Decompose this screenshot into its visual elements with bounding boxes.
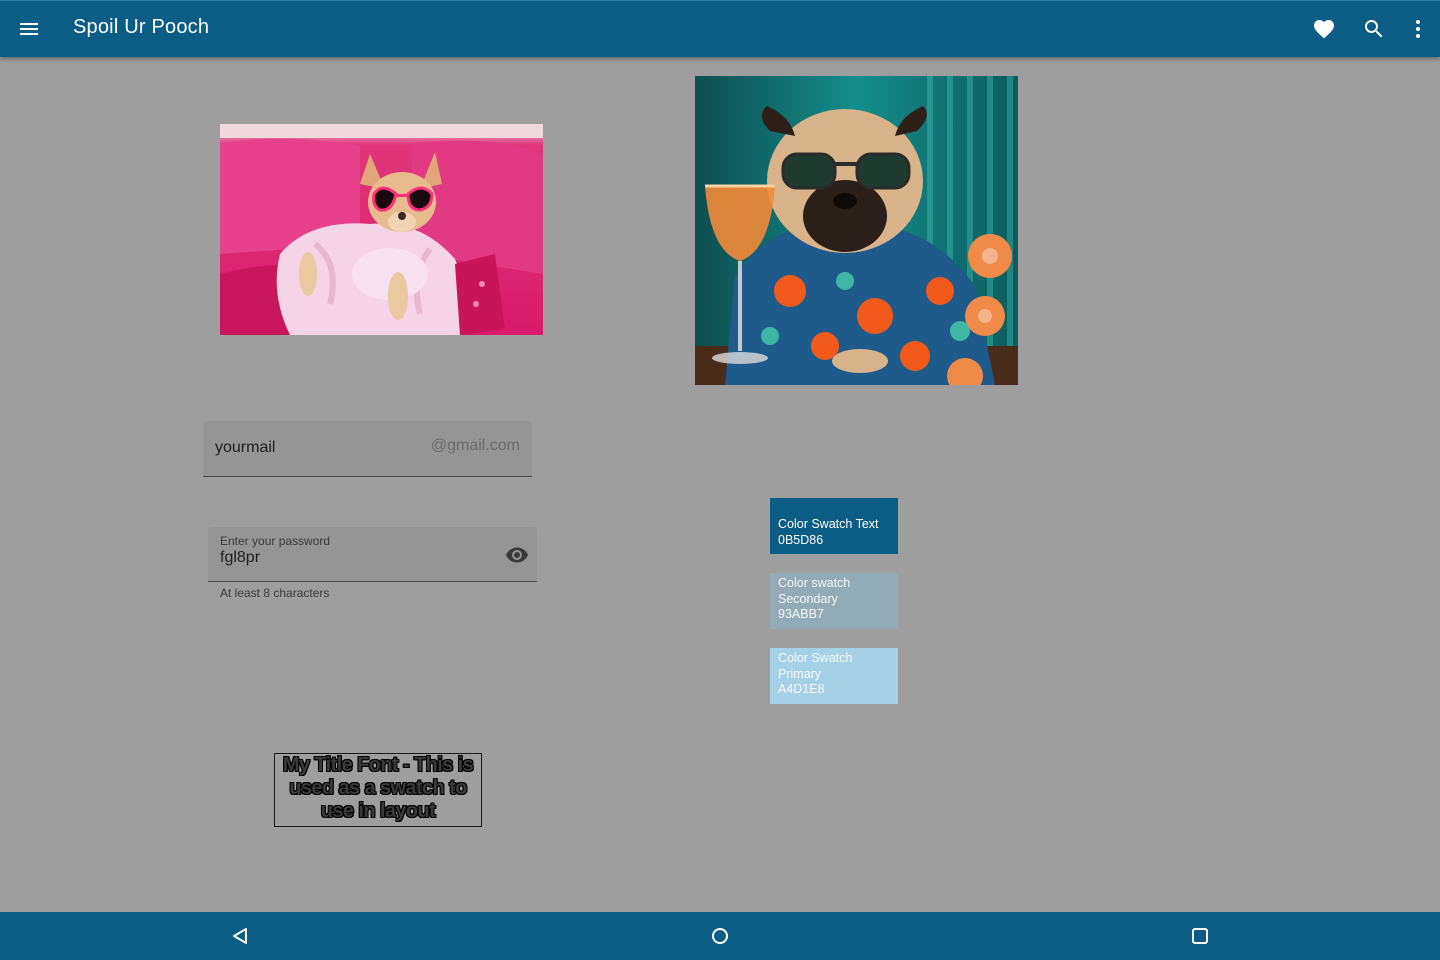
home-icon[interactable]: [708, 924, 732, 948]
swatch-secondary-name: Secondary: [778, 591, 838, 606]
password-helper-text: At least 8 characters: [220, 586, 330, 600]
swatch-secondary-hex: 93ABB7: [778, 607, 824, 621]
app-bar: Spoil Ur Pooch: [0, 0, 1440, 57]
swatch-primary-name: Primary: [778, 666, 822, 681]
app-title: Spoil Ur Pooch: [73, 16, 210, 38]
heart-icon[interactable]: [1312, 17, 1336, 41]
system-nav-bar: [0, 912, 1440, 960]
email-field[interactable]: yourmail @gmail.com: [203, 421, 532, 477]
search-icon[interactable]: [1362, 17, 1386, 41]
swatch-primary-label: Color Swatch: [778, 651, 853, 665]
swatch-text-hex: 0B5D86: [778, 532, 824, 547]
chihuahua-photo: [220, 124, 543, 335]
more-vert-icon[interactable]: [1406, 17, 1430, 41]
color-swatch-secondary: Color swatch Secondary 93ABB7: [770, 573, 898, 629]
color-swatch-primary: Color Swatch Primary A4D1E8: [770, 648, 898, 704]
recents-icon[interactable]: [1188, 924, 1212, 948]
color-swatch-text: Color Swatch Text 0B5D86: [770, 498, 898, 554]
email-value[interactable]: yourmail: [215, 439, 275, 457]
password-label: Enter your password: [220, 534, 331, 548]
swatch-primary-hex: A4D1E8: [778, 682, 825, 696]
password-field[interactable]: Enter your password fgl8pr: [208, 527, 537, 582]
pug-photo: [695, 76, 1018, 385]
swatch-secondary-label: Color swatch: [778, 576, 851, 590]
password-value[interactable]: fgl8pr: [220, 549, 260, 567]
menu-icon[interactable]: [17, 17, 41, 41]
swatch-text-label: Color Swatch Text: [778, 517, 879, 531]
email-suffix: @gmail.com: [430, 437, 520, 454]
title-font-swatch: My Title Font - This is used as a swatch…: [274, 753, 482, 827]
eye-icon[interactable]: [505, 543, 529, 567]
back-icon[interactable]: [228, 924, 252, 948]
